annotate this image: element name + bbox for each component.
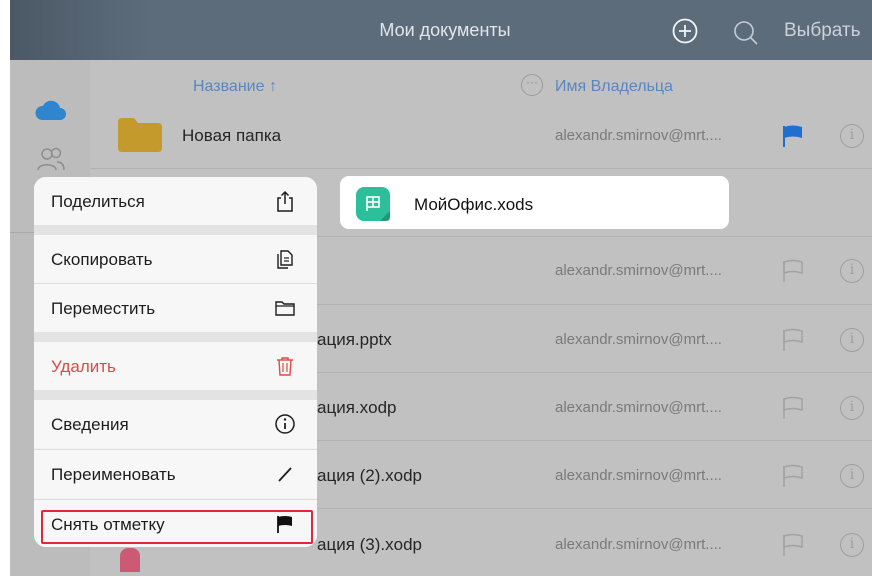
flag-outline-icon[interactable]: [781, 464, 805, 488]
info-icon[interactable]: i: [840, 124, 864, 148]
cloud-icon[interactable]: [33, 98, 67, 122]
owner-email: alexandr.smirnov@mrt....: [555, 331, 722, 348]
flag-outline-icon[interactable]: [781, 396, 805, 420]
owner-email: alexandr.smirnov@mrt....: [555, 127, 722, 144]
menu-item-rename[interactable]: Переименовать: [34, 450, 317, 498]
menu-separator: [34, 332, 317, 342]
menu-item-label: Скопировать: [51, 250, 153, 269]
flag-outline-icon[interactable]: [781, 259, 805, 283]
info-icon[interactable]: i: [840, 396, 864, 420]
owner-email: alexandr.smirnov@mrt....: [555, 399, 722, 416]
info-icon[interactable]: i: [840, 328, 864, 352]
menu-item-label: Сведения: [51, 415, 129, 434]
page-title: Мои документы: [379, 20, 511, 40]
copy-icon: [277, 250, 293, 269]
menu-separator: [34, 225, 317, 235]
context-menu: Поделиться Скопировать Переместить Удали…: [34, 177, 317, 547]
top-bar-shade: [10, 0, 150, 60]
menu-separator: [34, 390, 317, 400]
menu-item-label: Поделиться: [51, 192, 145, 211]
menu-item-delete[interactable]: Удалить: [34, 342, 317, 390]
flag-outline-icon[interactable]: [781, 328, 805, 352]
file-name[interactable]: ация.xodp: [317, 398, 396, 418]
file-name[interactable]: ация (3).xodp: [317, 535, 422, 555]
app-window: Мои документы Выбрать Название ↑ ··· Имя…: [0, 0, 872, 576]
trash-icon: [277, 357, 293, 376]
flag-filled-icon[interactable]: [781, 124, 805, 148]
spreadsheet-icon: [356, 187, 390, 221]
info-icon[interactable]: i: [840, 533, 864, 557]
search-icon: [734, 21, 758, 45]
menu-item-copy[interactable]: Скопировать: [34, 235, 317, 283]
more-options-button[interactable]: ···: [521, 74, 543, 96]
users-icon[interactable]: [36, 146, 66, 172]
presentation-file-icon: [120, 548, 140, 572]
column-header-name[interactable]: Название ↑: [193, 78, 277, 96]
menu-item-label: Переименовать: [51, 465, 176, 484]
row-divider: [90, 168, 872, 169]
menu-item-label: Удалить: [51, 357, 116, 376]
search-button[interactable]: [732, 19, 760, 47]
menu-item-share[interactable]: Поделиться: [34, 177, 317, 225]
folder-outline-icon: [275, 301, 295, 316]
column-header-owner[interactable]: Имя Владельца: [555, 78, 673, 96]
plus-circle-icon: [672, 18, 698, 44]
info-circle-icon: [275, 414, 295, 434]
pencil-icon: [278, 467, 292, 482]
owner-email: alexandr.smirnov@mrt....: [555, 536, 722, 553]
select-button[interactable]: Выбрать: [784, 20, 861, 42]
highlight-box: [41, 510, 313, 544]
flag-outline-icon[interactable]: [781, 533, 805, 557]
selected-file-card[interactable]: МойОфис.xods: [340, 176, 729, 229]
owner-email: alexandr.smirnov@mrt....: [555, 262, 722, 279]
menu-item-move[interactable]: Переместить: [34, 284, 317, 332]
selected-file-name: МойОфис.xods: [414, 195, 534, 214]
file-name[interactable]: ация.pptx: [317, 330, 392, 350]
folder-name[interactable]: Новая папка: [182, 126, 281, 146]
folder-icon: [118, 118, 162, 152]
add-button[interactable]: [672, 18, 698, 44]
file-name[interactable]: ация (2).xodp: [317, 466, 422, 486]
menu-item-label: Переместить: [51, 299, 156, 318]
owner-email: alexandr.smirnov@mrt....: [555, 467, 722, 484]
menu-item-details[interactable]: Сведения: [34, 400, 317, 448]
info-icon[interactable]: i: [840, 259, 864, 283]
share-icon: [277, 190, 293, 212]
info-icon[interactable]: i: [840, 464, 864, 488]
